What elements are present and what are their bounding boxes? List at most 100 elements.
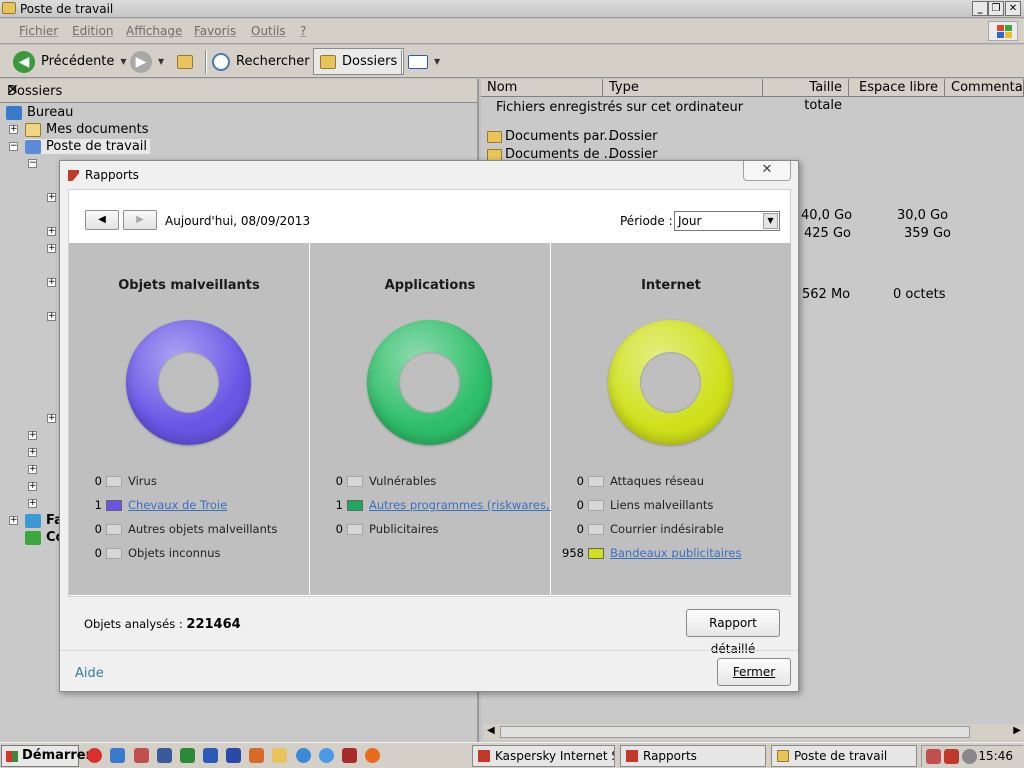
- scroll-right-icon[interactable]: ▶: [1013, 725, 1021, 736]
- legend-item[interactable]: 1 Autres programmes (riskwares,...): [310, 497, 565, 513]
- legend-swatch: [347, 523, 363, 535]
- legend-swatch: [106, 499, 122, 511]
- expand-icon[interactable]: +: [9, 125, 18, 134]
- list-item[interactable]: Documents par...: [487, 129, 616, 144]
- folders-button[interactable]: Dossiers: [313, 48, 405, 75]
- back-dropdown-icon[interactable]: ▼: [120, 57, 126, 66]
- legend-count: 0: [335, 474, 343, 488]
- arrow-right-icon: ▶: [136, 214, 144, 225]
- detailed-report-button[interactable]: Rapport détaillé: [686, 609, 780, 656]
- clock: 15:46: [978, 749, 1013, 763]
- views-dropdown-icon[interactable]: ▼: [434, 57, 440, 66]
- legend-link[interactable]: Bandeaux publicitaires: [610, 546, 742, 560]
- menu-affichage[interactable]: Affichage: [126, 24, 182, 38]
- expand-icon[interactable]: +: [28, 482, 37, 491]
- menu-outils[interactable]: Outils: [251, 24, 286, 38]
- scroll-left-icon[interactable]: ◀: [487, 725, 495, 736]
- legend-item: 0 Objets inconnus: [69, 545, 221, 561]
- media-icon[interactable]: [342, 748, 357, 763]
- powerpoint-icon[interactable]: [249, 748, 264, 763]
- menu-edition[interactable]: Edition: [72, 24, 114, 38]
- legend-link[interactable]: Autres programmes (riskwares,...): [369, 498, 565, 512]
- menu-favoris[interactable]: Favoris: [194, 24, 236, 38]
- kaspersky-icon: [626, 750, 638, 762]
- legend-item[interactable]: 958 Bandeaux publicitaires: [551, 545, 742, 561]
- expand-icon[interactable]: +: [28, 448, 37, 457]
- kaspersky-quicklaunch-icon[interactable]: [134, 748, 149, 763]
- tree-item-bureau[interactable]: Bureau: [6, 105, 73, 120]
- expand-icon[interactable]: +: [47, 227, 56, 236]
- tree-item-poste-de-travail[interactable]: Poste de travail: [25, 139, 151, 154]
- legend-item[interactable]: 1 Chevaux de Troie: [69, 497, 227, 513]
- explorer-quicklaunch-icon[interactable]: [272, 748, 287, 763]
- expand-icon[interactable]: +: [47, 193, 56, 202]
- collapse-icon[interactable]: −: [9, 142, 18, 151]
- restore-button[interactable]: ❐: [988, 1, 1004, 16]
- legend-label: Vulnérables: [369, 474, 437, 488]
- firefox-icon[interactable]: [365, 748, 380, 763]
- close-button[interactable]: Fermer: [717, 658, 791, 686]
- column-header-espace[interactable]: Espace libre: [849, 79, 945, 97]
- previous-day-button[interactable]: ◀: [85, 210, 119, 230]
- legend-label: Courrier indésirable: [610, 522, 724, 536]
- column-header-type[interactable]: Type: [603, 79, 763, 97]
- ie-quicklaunch-icon[interactable]: [296, 748, 311, 763]
- collapse-icon[interactable]: −: [28, 159, 37, 168]
- legend-link[interactable]: Chevaux de Troie: [128, 498, 227, 512]
- column-header-commentaire[interactable]: Commentaire: [945, 79, 1024, 97]
- folders-pane-header: Dossiers ✕: [0, 79, 477, 103]
- column-header-nom[interactable]: Nom: [481, 79, 603, 97]
- expand-icon[interactable]: +: [47, 278, 56, 287]
- column-header-taille[interactable]: Taille totale: [763, 79, 849, 113]
- horizontal-scrollbar[interactable]: ◀ ▶: [484, 724, 1024, 740]
- start-button[interactable]: Démarrer: [1, 745, 92, 767]
- dialog-close-button[interactable]: ✕: [743, 161, 791, 181]
- explorer-title: Poste de travail: [20, 2, 114, 16]
- help-link[interactable]: Aide: [75, 666, 104, 681]
- drive-total-size: 425 Go: [804, 226, 851, 241]
- expand-icon[interactable]: +: [9, 516, 18, 525]
- forward-button[interactable]: ▶ ▼: [130, 48, 164, 75]
- legend-item: 0 Attaques réseau: [551, 473, 704, 489]
- expand-icon[interactable]: +: [47, 414, 56, 423]
- legend-count: 0: [94, 522, 102, 536]
- tray-k-icon[interactable]: [944, 749, 959, 764]
- word-doc-icon[interactable]: [226, 748, 241, 763]
- excel-icon[interactable]: [180, 748, 195, 763]
- task-kaspersky[interactable]: Kaspersky Internet S...: [472, 745, 615, 767]
- phone-icon[interactable]: [157, 748, 172, 763]
- menu-help[interactable]: ?: [300, 24, 306, 38]
- expand-icon[interactable]: +: [28, 431, 37, 440]
- minimize-button[interactable]: _: [972, 1, 988, 16]
- stop-icon[interactable]: [87, 748, 102, 763]
- tray-volume-icon[interactable]: [962, 749, 977, 764]
- analyzed-objects: Objets analysés : 221464: [84, 617, 241, 632]
- expand-icon[interactable]: +: [47, 244, 56, 253]
- menu-fichier[interactable]: Fichier: [19, 24, 58, 38]
- tree-item-mes-documents[interactable]: Mes documents: [25, 122, 148, 137]
- back-button[interactable]: ◀ Précédente ▼: [13, 48, 127, 75]
- up-folder-button[interactable]: [177, 48, 193, 75]
- tree-item-fa[interactable]: Fa: [25, 513, 63, 528]
- expand-icon[interactable]: +: [28, 465, 37, 474]
- period-value: Jour: [678, 214, 702, 228]
- search-button[interactable]: Rechercher: [212, 48, 310, 75]
- legend-swatch: [106, 523, 122, 535]
- forward-dropdown-icon[interactable]: ▼: [158, 57, 164, 66]
- expand-icon[interactable]: +: [28, 499, 37, 508]
- task-poste-de-travail[interactable]: Poste de travail: [771, 745, 917, 767]
- donut-chart: [367, 320, 492, 445]
- word-icon[interactable]: [203, 748, 218, 763]
- tray-kaspersky-icon[interactable]: [926, 749, 941, 764]
- expand-icon[interactable]: +: [47, 312, 56, 321]
- globe-icon[interactable]: [319, 748, 334, 763]
- close-window-button[interactable]: ✕: [1005, 1, 1021, 16]
- column-title: Applications: [384, 278, 476, 293]
- next-day-button[interactable]: ▶: [123, 210, 157, 230]
- views-button[interactable]: ▼: [408, 48, 440, 75]
- internet-explorer-icon[interactable]: [110, 748, 125, 763]
- task-rapports[interactable]: Rapports: [620, 745, 766, 767]
- period-select[interactable]: Jour ▼: [674, 211, 780, 231]
- folders-pane-close-icon[interactable]: ✕: [7, 82, 469, 98]
- scrollbar-thumb[interactable]: [500, 726, 970, 738]
